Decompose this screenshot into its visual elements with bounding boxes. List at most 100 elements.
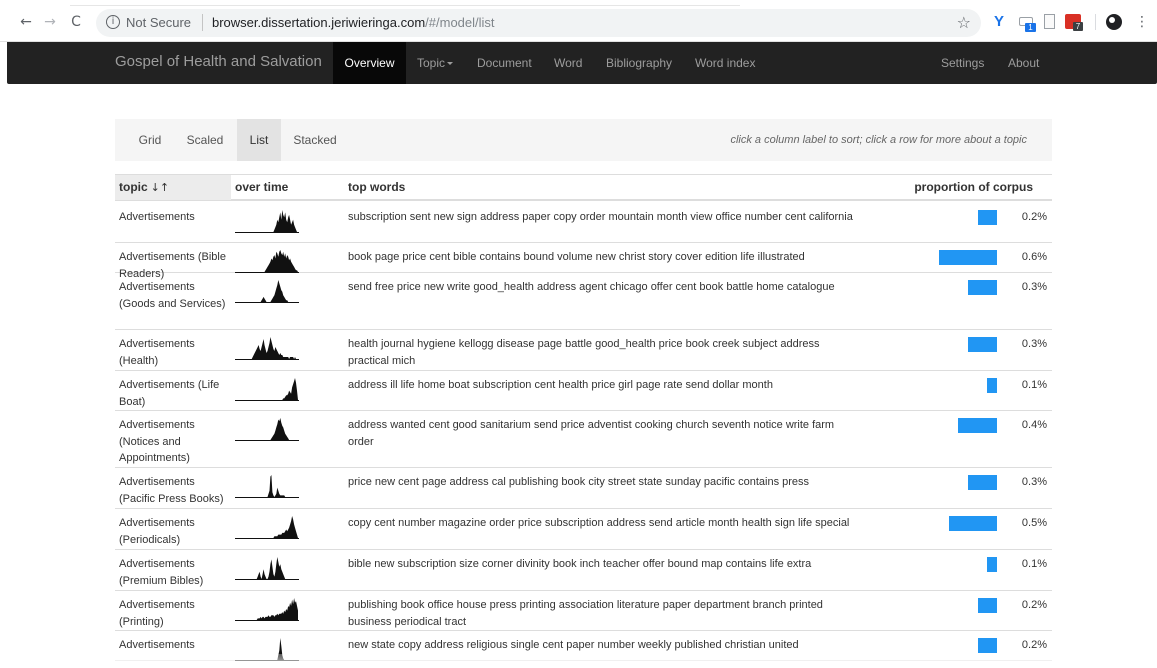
table-row[interactable]: Advertisements (Goods and Services) send …	[115, 273, 1052, 330]
header-over-time[interactable]: over time	[235, 175, 288, 200]
row-proportion: 0.5%	[1021, 517, 1047, 529]
sparkline-chart	[235, 516, 299, 539]
header-topic[interactable]: topic ↓↑	[115, 175, 231, 200]
sparkline-chart	[235, 337, 299, 360]
row-topic: Advertisements (Life Boat)	[119, 379, 220, 408]
browser-tab[interactable]	[70, 0, 740, 6]
row-proportion: 0.2%	[1021, 639, 1047, 651]
bookmark-star-icon[interactable]: ☆	[957, 13, 971, 32]
view-pills-bar: Grid Scaled List Stacked click a column …	[115, 119, 1052, 161]
nav-settings-label: Settings	[941, 56, 985, 70]
table-row[interactable]: Advertisements (Premium Bibles) bible new…	[115, 550, 1052, 591]
row-topic: Advertisements	[119, 211, 195, 223]
toolbar-divider	[1095, 14, 1096, 30]
sparkline-area	[235, 337, 298, 360]
row-proportion: 0.2%	[1021, 211, 1047, 223]
reload-icon[interactable]: C	[68, 14, 84, 30]
pill-stacked[interactable]: Stacked	[285, 119, 345, 161]
pill-scaled[interactable]: Scaled	[177, 119, 233, 161]
tab-extension-badge: 1	[1025, 23, 1036, 32]
nav-overview[interactable]: Overview	[333, 42, 406, 84]
nav-document-label: Document	[477, 56, 532, 70]
nav-word[interactable]: Word	[554, 42, 582, 84]
proportion-bar	[977, 598, 997, 613]
table-row[interactable]: Advertisements (Printing) publishing book…	[115, 591, 1052, 631]
tab-extension-icon[interactable]: 1	[1017, 13, 1036, 32]
proportion-bar	[977, 210, 997, 225]
url-path: /#/model/list	[425, 15, 495, 30]
row-top-words: address ill life home boat subscription …	[348, 379, 773, 391]
table-row[interactable]: Advertisements (Notices and Appointments…	[115, 411, 1052, 468]
row-top-words: subscription sent new sign address paper…	[348, 211, 853, 223]
row-top-words: new state copy address religious single …	[348, 639, 799, 651]
table-row[interactable]: Advertisements (Bible Readers) book page …	[115, 243, 1052, 280]
row-topic: Advertisements (Notices and Appointments…	[119, 419, 195, 464]
table-row[interactable]: Advertisements subscription sent new sign…	[115, 203, 1052, 243]
sparkline-area	[235, 280, 298, 303]
proportion-bar	[948, 516, 997, 531]
profile-avatar-icon[interactable]	[1105, 13, 1123, 31]
nav-word-label: Word	[554, 56, 583, 70]
sparkline-chart	[235, 475, 299, 498]
row-proportion: 0.1%	[1021, 558, 1047, 570]
row-topic: Advertisements (Printing)	[119, 599, 195, 628]
tab-strip	[0, 0, 1157, 6]
proportion-bar	[987, 557, 997, 572]
pill-list[interactable]: List	[237, 119, 281, 161]
document-extension-icon[interactable]	[1040, 13, 1058, 31]
row-top-words: address wanted cent good sanitarium send…	[348, 419, 835, 448]
header-top-words[interactable]: top words	[348, 175, 405, 200]
sparkline-area	[235, 210, 298, 233]
url-text[interactable]: browser.dissertation.jeriwieringa.com/#/…	[212, 15, 495, 30]
nav-word-index[interactable]: Word index	[695, 42, 755, 84]
browser-menu-icon[interactable]: ⋮	[1133, 13, 1151, 31]
row-proportion: 0.6%	[1021, 251, 1047, 263]
sparkline-area	[235, 516, 298, 539]
sparkline-area	[235, 557, 298, 580]
security-label[interactable]: Not Secure	[126, 15, 191, 30]
sparkline-area	[235, 475, 298, 498]
proportion-bar	[968, 337, 997, 352]
nav-bibliography[interactable]: Bibliography	[606, 42, 672, 84]
proportion-bar	[939, 250, 997, 265]
sparkline-chart	[235, 598, 299, 621]
browser-chrome: ← → C i Not Secure browser.dissertation.…	[0, 0, 1157, 42]
row-topic: Advertisements	[119, 639, 195, 651]
brand-title[interactable]: Gospel of Health and Salvation	[115, 53, 322, 70]
table-row[interactable]: Advertisements (Periodicals) copy cent nu…	[115, 509, 1052, 550]
red-extension-badge: 7	[1073, 22, 1083, 31]
row-topic: Advertisements (Pacific Press Books)	[119, 476, 224, 505]
row-proportion: 0.1%	[1021, 379, 1047, 391]
nav-topic[interactable]: Topic	[417, 42, 454, 84]
header-proportion[interactable]: proportion of corpus	[914, 175, 1033, 200]
info-icon[interactable]: i	[106, 15, 120, 29]
row-proportion: 0.3%	[1021, 281, 1047, 293]
row-topic: Advertisements (Premium Bibles)	[119, 558, 204, 587]
row-proportion: 0.3%	[1021, 476, 1047, 488]
table-row[interactable]: Advertisements (Health) health journal hy…	[115, 330, 1052, 371]
forward-arrow-icon[interactable]: →	[42, 14, 58, 30]
pill-grid[interactable]: Grid	[127, 119, 173, 161]
nav-about[interactable]: About	[1008, 42, 1039, 84]
back-arrow-icon[interactable]: ←	[18, 14, 34, 30]
row-proportion: 0.3%	[1021, 338, 1047, 350]
nav-bibliography-label: Bibliography	[606, 56, 673, 70]
nav-settings[interactable]: Settings	[941, 42, 984, 84]
table-row[interactable]: Advertisements (Pacific Press Books) pric…	[115, 468, 1052, 509]
address-bar[interactable]: i Not Secure browser.dissertation.jeriwi…	[96, 9, 981, 37]
sparkline-area	[235, 418, 298, 441]
red-extension-icon[interactable]: 7	[1064, 13, 1083, 31]
extension-y-icon[interactable]: Y	[990, 13, 1008, 31]
sparkline-chart	[235, 280, 299, 303]
table-row[interactable]: Advertisements (Life Boat) address ill li…	[115, 371, 1052, 411]
row-proportion: 0.2%	[1021, 599, 1047, 611]
url-host: browser.dissertation.jeriwieringa.com	[212, 15, 426, 30]
row-topic: Advertisements (Periodicals)	[119, 517, 195, 546]
row-top-words: health journal hygiene kellogg disease p…	[348, 338, 820, 367]
sort-hint: click a column label to sort; click a ro…	[730, 134, 1027, 146]
table-header: topic ↓↑ over time top words proportion o…	[115, 174, 1052, 201]
proportion-bar	[958, 418, 997, 433]
nav-document[interactable]: Document	[477, 42, 532, 84]
sparkline-area	[235, 378, 298, 401]
row-top-words: copy cent number magazine order price su…	[348, 517, 850, 529]
